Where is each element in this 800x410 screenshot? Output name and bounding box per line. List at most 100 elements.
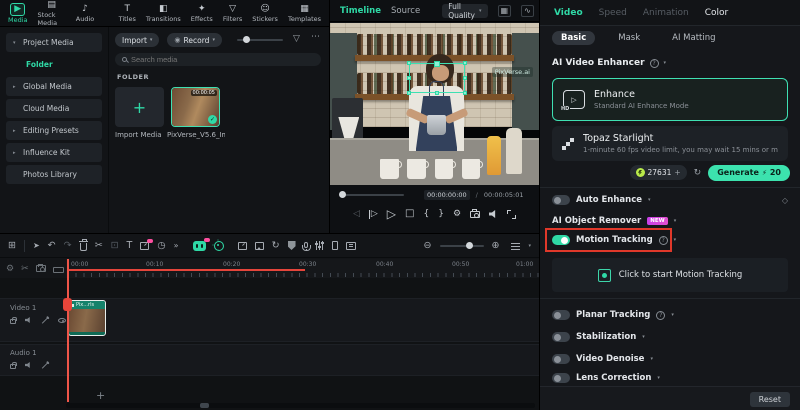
track-handle[interactable] bbox=[463, 76, 467, 80]
track-handle[interactable] bbox=[407, 91, 411, 95]
tab-timeline-preview[interactable]: Timeline bbox=[340, 6, 381, 16]
speed-icon[interactable]: ↻ bbox=[272, 241, 280, 251]
voiceover-mic-icon[interactable] bbox=[304, 242, 308, 248]
snapshot-icon[interactable] bbox=[470, 211, 480, 218]
enhance-mode-card[interactable]: ▷HD Enhance Standard AI Enhance Mode bbox=[552, 78, 788, 121]
tab-stock-media[interactable]: ▤Stock Media bbox=[38, 0, 66, 27]
next-frame-icon[interactable]: ▷ bbox=[369, 210, 378, 219]
sidebar-item-folder[interactable]: Folder bbox=[6, 55, 102, 74]
topaz-starlight-card[interactable]: Topaz Starlight 1-minute 60 fps video li… bbox=[552, 126, 788, 161]
track-tool-icon[interactable] bbox=[42, 362, 48, 368]
delete-icon[interactable] bbox=[80, 243, 87, 251]
mute-icon[interactable] bbox=[25, 317, 32, 323]
planar-tracking-toggle[interactable] bbox=[552, 310, 570, 320]
slider-knob[interactable] bbox=[243, 36, 250, 43]
select-tool-icon[interactable]: ➤ bbox=[33, 242, 40, 250]
zoom-out-icon[interactable]: ⊖ bbox=[424, 241, 432, 251]
lens-correction-toggle[interactable] bbox=[552, 373, 570, 383]
track-handle[interactable] bbox=[434, 61, 440, 67]
track-tool-icon[interactable] bbox=[42, 317, 48, 323]
shield-icon[interactable] bbox=[288, 241, 296, 250]
start-motion-tracking-button[interactable]: Click to start Motion Tracking bbox=[552, 258, 788, 292]
quick-split-icon[interactable]: ✂ bbox=[21, 264, 29, 274]
seek-knob[interactable] bbox=[339, 191, 346, 198]
sidebar-item-project-media[interactable]: ▾Project Media bbox=[6, 33, 102, 52]
mark-in-icon[interactable]: { bbox=[423, 210, 429, 219]
track-handle[interactable] bbox=[463, 91, 467, 95]
render-settings-icon[interactable]: ⚙ bbox=[453, 210, 461, 219]
track-handle[interactable] bbox=[463, 61, 467, 65]
tab-audio[interactable]: ♪Audio bbox=[76, 4, 94, 23]
import-button[interactable]: Import▾ bbox=[115, 33, 159, 47]
track-manager-icon[interactable] bbox=[511, 242, 520, 250]
media-search[interactable] bbox=[115, 53, 321, 66]
fullscreen-icon[interactable] bbox=[507, 210, 516, 219]
tab-stickers[interactable]: ☺Stickers bbox=[252, 4, 278, 23]
redo-icon[interactable]: ↷ bbox=[64, 241, 72, 251]
motion-tracking-box[interactable] bbox=[409, 63, 465, 93]
credits-balance[interactable]: 27631 + bbox=[630, 165, 687, 180]
scopes-icon[interactable]: ∿ bbox=[521, 5, 534, 17]
tab-transitions[interactable]: ◧Transitions bbox=[146, 4, 181, 23]
stabilization-toggle[interactable] bbox=[552, 332, 570, 342]
search-input[interactable] bbox=[131, 55, 314, 64]
sidebar-item-global-media[interactable]: ▸Global Media bbox=[6, 77, 102, 96]
stop-icon[interactable]: □ bbox=[405, 209, 414, 219]
render-preview-icon[interactable]: ⚙ bbox=[6, 264, 14, 274]
info-icon[interactable]: ? bbox=[650, 59, 659, 68]
sidebar-item-editing-presets[interactable]: ▸Editing Presets bbox=[6, 121, 102, 140]
timeline-snapshot-icon[interactable] bbox=[36, 265, 46, 272]
timeline-clip[interactable]: Pix...rls bbox=[68, 300, 106, 336]
tab-effects[interactable]: ✦Effects bbox=[191, 4, 213, 23]
audio-mixer-icon[interactable] bbox=[316, 241, 324, 250]
more-options-icon[interactable]: ⋯ bbox=[311, 32, 320, 42]
display-layout-icon[interactable]: ▦ bbox=[498, 5, 512, 17]
media-clip-card[interactable]: 00:00:05 ✓ bbox=[171, 87, 220, 127]
tab-video[interactable]: Video bbox=[554, 8, 583, 18]
playhead-grip[interactable] bbox=[63, 298, 72, 311]
sidebar-item-cloud-media[interactable]: Cloud Media bbox=[6, 99, 102, 118]
tab-templates[interactable]: ▦Templates bbox=[288, 4, 321, 23]
sidebar-item-photos-library[interactable]: Photos Library bbox=[6, 165, 102, 184]
zoom-knob[interactable] bbox=[466, 242, 473, 249]
timeline-zoom-slider[interactable] bbox=[440, 245, 484, 247]
auto-enhance-toggle[interactable] bbox=[552, 195, 570, 205]
crop-icon[interactable]: ⊡ bbox=[111, 241, 119, 251]
undo-icon[interactable]: ↶ bbox=[48, 241, 56, 251]
speed-ramp-icon[interactable]: ◷ bbox=[157, 241, 165, 251]
speaker-icon[interactable] bbox=[489, 210, 498, 218]
refresh-icon[interactable]: ↻ bbox=[694, 168, 702, 178]
hide-track-icon[interactable] bbox=[58, 318, 66, 323]
keyframe-icon[interactable]: ◇ bbox=[782, 196, 788, 205]
play-icon[interactable]: ▷ bbox=[387, 208, 396, 220]
playhead-line[interactable] bbox=[67, 259, 69, 402]
motion-tracking-toggle[interactable] bbox=[552, 235, 570, 245]
video-viewport[interactable]: PixVerse.ai bbox=[330, 23, 539, 185]
horizontal-scrollbar[interactable] bbox=[66, 403, 535, 408]
chevron-down-icon[interactable]: ▾ bbox=[528, 243, 531, 249]
lock-icon[interactable] bbox=[10, 319, 16, 324]
scrollbar-thumb[interactable] bbox=[200, 403, 209, 408]
export-frame-icon[interactable] bbox=[238, 242, 247, 250]
ai-object-remover-row[interactable]: AI Object Remover NEW ▾ bbox=[552, 212, 788, 230]
thumbnail-size-slider[interactable] bbox=[237, 39, 283, 41]
seek-bar[interactable] bbox=[340, 194, 404, 196]
tab-speed[interactable]: Speed bbox=[599, 8, 627, 18]
track-handle[interactable] bbox=[435, 91, 439, 95]
subtab-ai-matting[interactable]: AI Matting bbox=[663, 31, 724, 45]
add-credits-icon[interactable]: + bbox=[674, 168, 680, 177]
edit-tools-icon[interactable] bbox=[140, 242, 149, 250]
track-handle[interactable] bbox=[407, 61, 411, 65]
info-icon[interactable]: ? bbox=[659, 236, 668, 245]
tracks-area[interactable]: Video 1 Audio 1 Pix...rls + bbox=[0, 278, 539, 410]
previous-frame-icon[interactable]: ◁ bbox=[353, 210, 360, 219]
text-tool-icon[interactable]: T bbox=[127, 241, 133, 251]
video-denoise-toggle[interactable] bbox=[552, 354, 570, 364]
import-media-card[interactable]: + bbox=[115, 87, 164, 127]
lock-icon[interactable] bbox=[10, 364, 16, 369]
ai-plugin-icon[interactable] bbox=[214, 241, 224, 251]
mute-icon[interactable] bbox=[25, 362, 32, 368]
tab-titles[interactable]: TTitles bbox=[119, 4, 136, 23]
tab-source-preview[interactable]: Source bbox=[391, 6, 420, 16]
copilot-icon[interactable] bbox=[193, 241, 206, 251]
